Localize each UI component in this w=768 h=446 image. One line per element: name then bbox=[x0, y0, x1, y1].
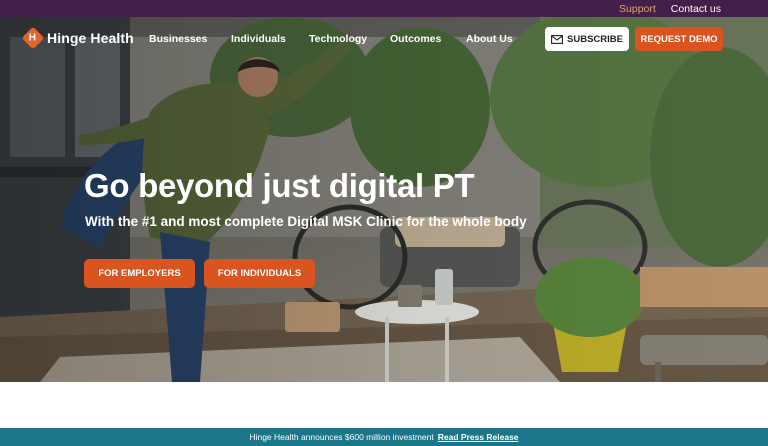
logo[interactable]: H Hinge Health bbox=[21, 26, 134, 50]
nav-link-about-us[interactable]: About Us bbox=[466, 33, 513, 45]
nav-link-businesses[interactable]: Businesses bbox=[149, 33, 207, 45]
for-employers-button[interactable]: FOR EMPLOYERS bbox=[84, 259, 195, 288]
hinge-diamond-icon: H bbox=[21, 26, 45, 50]
announcement-bar: Hinge Health announces $600 million inve… bbox=[0, 428, 768, 446]
nav-link-individuals[interactable]: Individuals bbox=[231, 33, 286, 45]
main-nav: H Hinge Health Businesses Individuals Te… bbox=[0, 17, 768, 61]
announcement-text: Hinge Health announces $600 million inve… bbox=[249, 432, 434, 442]
request-demo-button[interactable]: REQUEST DEMO bbox=[635, 27, 723, 51]
logo-letter: H bbox=[29, 32, 37, 44]
hero-subtitle: With the #1 and most complete Digital MS… bbox=[85, 214, 527, 229]
nav-link-outcomes[interactable]: Outcomes bbox=[390, 33, 441, 45]
for-individuals-button[interactable]: FOR INDIVIDUALS bbox=[204, 259, 315, 288]
logo-text: Hinge Health bbox=[47, 30, 134, 46]
contact-link[interactable]: Contact us bbox=[671, 3, 721, 15]
hero-title: Go beyond just digital PT bbox=[84, 167, 475, 204]
envelope-icon bbox=[551, 34, 563, 44]
support-link[interactable]: Support bbox=[619, 3, 656, 15]
read-press-release-link[interactable]: Read Press Release bbox=[438, 432, 519, 442]
subscribe-button[interactable]: SUBSCRIBE bbox=[545, 27, 629, 51]
utility-bar: Support Contact us bbox=[0, 0, 768, 17]
nav-link-technology[interactable]: Technology bbox=[309, 33, 367, 45]
subscribe-label: SUBSCRIBE bbox=[567, 33, 623, 45]
hero-section: Go beyond just digital PT With the #1 an… bbox=[0, 17, 768, 382]
